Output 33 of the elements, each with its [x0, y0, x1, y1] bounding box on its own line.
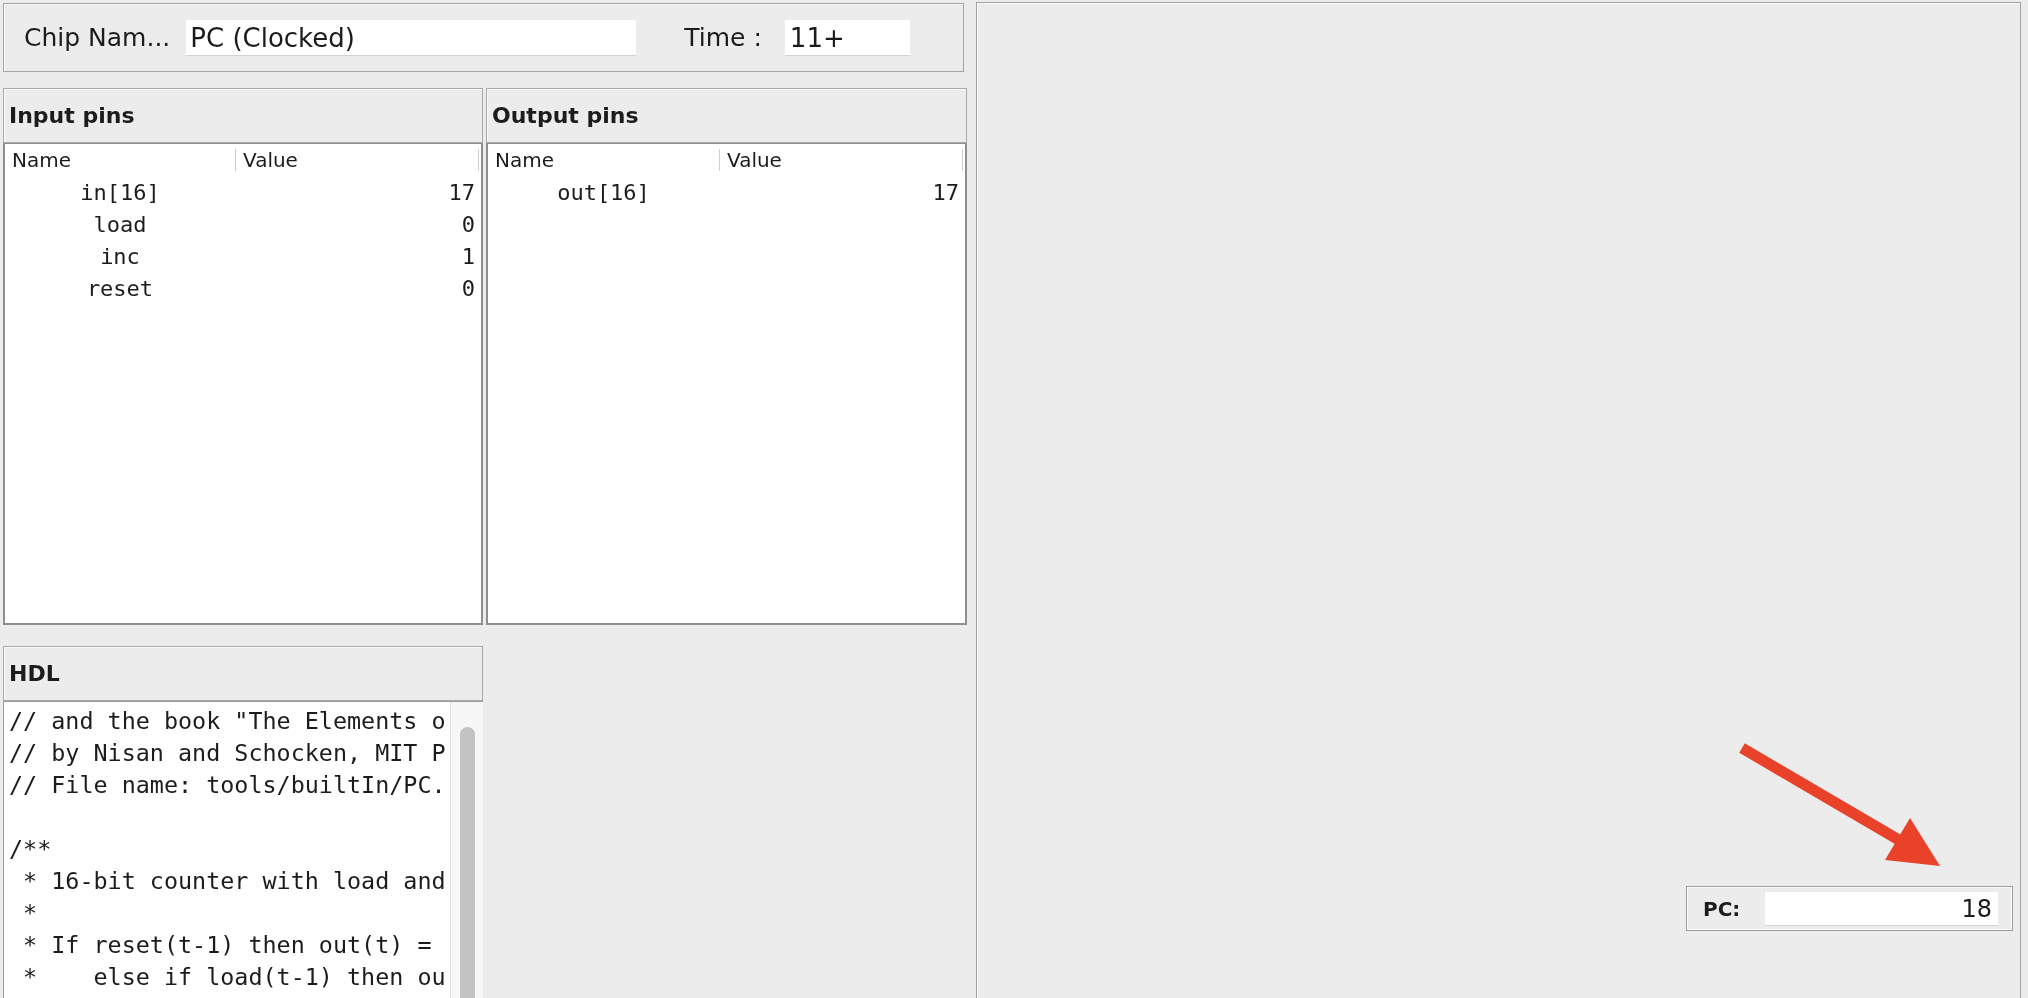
chip-name-field[interactable]: PC (Clocked): [186, 19, 637, 56]
code-line: * If reset(t-1) then out(t) =: [22, 930, 432, 961]
code-line: // File name: tools/builtIn/PC.: [9, 770, 446, 801]
pin-name-cell: reset: [86, 275, 154, 301]
scrollbar-track[interactable]: [450, 702, 483, 998]
code-line: * 16-bit counter with load and: [22, 866, 446, 897]
pin-name-cell: in[16]: [80, 179, 160, 205]
code-line: /**: [9, 834, 52, 865]
code-line: * else if load(t-1) then ou: [22, 962, 446, 993]
input-pins-header: Input pins: [3, 88, 483, 143]
hdl-header: HDL: [3, 646, 483, 701]
pin-value-cell: 0: [461, 275, 475, 301]
pc-value-field[interactable]: 18: [1765, 891, 1998, 926]
time-field[interactable]: 11+: [784, 19, 910, 56]
column-header: Value: [235, 149, 479, 171]
chip-name-label: Chip Nam...: [24, 23, 171, 52]
scrollbar-thumb[interactable]: [459, 727, 475, 998]
pc-label: PC:: [1703, 896, 1741, 921]
code-line: *: [22, 898, 38, 929]
column-header: Name: [11, 148, 72, 172]
pin-value-cell: 1: [461, 243, 475, 269]
code-line: // and the book "The Elements o: [9, 706, 446, 737]
time-label: Time :: [684, 23, 762, 52]
code-line: // by Nisan and Schocken, MIT P: [9, 738, 446, 769]
column-header: Value: [719, 149, 963, 171]
pin-name-cell: out[16]: [557, 179, 650, 205]
pin-value-cell: 17: [932, 179, 959, 205]
pin-name-cell: inc: [100, 243, 140, 269]
column-header: Name: [494, 148, 555, 172]
pin-value-cell: 17: [448, 179, 475, 205]
pin-value-cell: 0: [461, 211, 475, 237]
pin-name-cell: load: [93, 211, 147, 237]
output-pins-header: Output pins: [486, 88, 967, 143]
